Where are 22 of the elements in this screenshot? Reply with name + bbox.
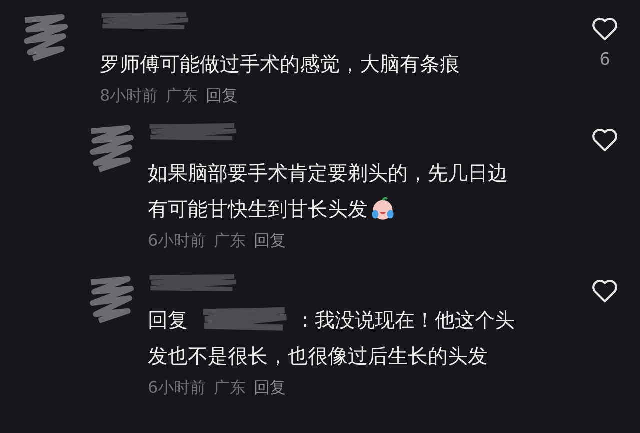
comment-text: 罗师傅可能做过手术的感觉，大脑有条痕 (100, 50, 460, 78)
reply-link[interactable]: 回复 (254, 231, 286, 252)
redaction-scribble (88, 274, 136, 326)
reply-link[interactable]: 回复 (254, 378, 286, 399)
comment-text: 发也不是很长，也很像过后生长的头发 (148, 342, 488, 370)
location: 广东 (214, 378, 246, 399)
location: 广东 (166, 86, 198, 107)
redaction-scribble (88, 123, 136, 175)
location: 广东 (214, 231, 246, 252)
heart-icon[interactable] (591, 127, 619, 153)
timestamp: 8小时前 (100, 86, 158, 107)
comment-text: 如果脑部要手术肯定要剃头的，先几日边 (148, 160, 508, 186)
heart-icon[interactable] (591, 278, 619, 304)
like-count: 6 (600, 50, 610, 70)
redaction-scribble (22, 12, 70, 64)
timestamp: 6小时前 (148, 378, 206, 399)
comment-text: : 我没说现在！他这个头 (302, 306, 516, 334)
reply-link[interactable]: 回复 (206, 86, 238, 107)
reply-label: 回复 (148, 306, 188, 334)
timestamp: 6小时前 (148, 231, 206, 252)
heart-icon[interactable] (591, 16, 619, 42)
comment-text: 有可能甘快生到甘长头发 (148, 196, 368, 222)
